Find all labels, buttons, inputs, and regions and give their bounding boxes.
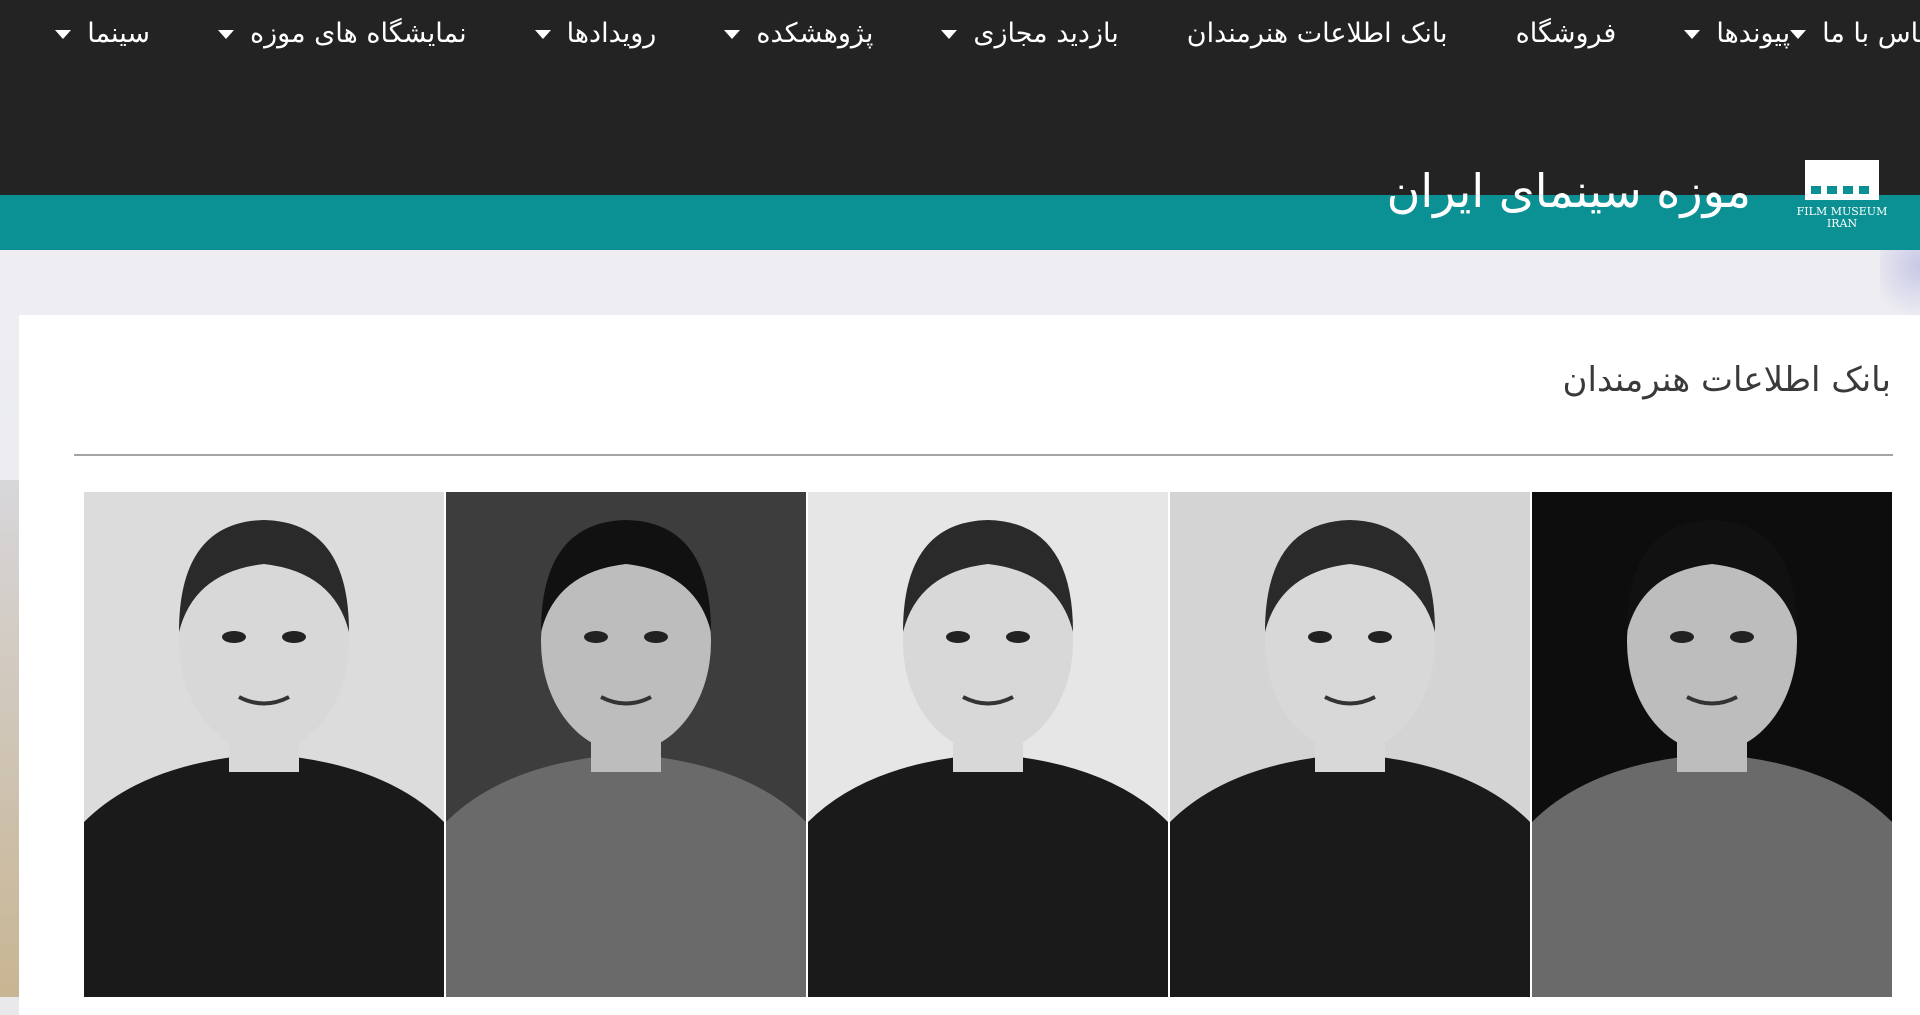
nav-item-label: فروشگاه (1515, 17, 1617, 49)
portrait-photo (808, 492, 1168, 997)
portrait-man-shadow[interactable] (1532, 492, 1892, 997)
page-title: بانک اطلاعات هنرمندان (1562, 360, 1891, 400)
nav-item-4[interactable]: بازدید مجازی (941, 17, 1119, 49)
nav-item-1[interactable]: نمایشگاه های موزه (217, 17, 467, 49)
portrait-photo (1532, 492, 1892, 997)
caret-down-icon (217, 30, 234, 39)
caret-down-icon (724, 30, 741, 39)
main-menu: سینما نمایشگاه های موزه رویدادها پژوهشکده با… (0, 10, 1920, 56)
caret-down-icon (1790, 30, 1807, 39)
nav-item-label: بانک اطلاعات هنرمندان (1186, 17, 1448, 49)
nav-item-8[interactable]: تماس با ما (1790, 18, 1920, 49)
portrait-man-bowtie[interactable] (84, 492, 444, 997)
nav-item-5[interactable]: بانک اطلاعات هنرمندان (1187, 18, 1448, 49)
logo-script-text: موزه سینمای ایران (1386, 164, 1751, 218)
portrait-photo (446, 492, 806, 997)
logo-caption: FILM MUSEUM IRAN (1793, 206, 1891, 230)
site-logo[interactable]: موزه سینمای ایران FILM MUSEUM IRAN (1387, 160, 1891, 242)
portrait-young-man-suit[interactable] (446, 492, 806, 997)
nav-item-0[interactable]: سینما (55, 18, 150, 49)
logo-line-2: IRAN (1826, 217, 1858, 230)
caret-down-icon (1684, 30, 1701, 39)
artist-portrait-gallery (84, 492, 1893, 997)
nav-item-label: رویدادها (566, 17, 657, 49)
portrait-man-sunglasses[interactable] (808, 492, 1168, 997)
nav-item-label: سینما (87, 17, 150, 49)
nav-item-label: نمایشگاه های موزه (249, 17, 467, 49)
nav-item-label: بازدید مجازی (973, 17, 1119, 49)
background-edge-image (0, 480, 20, 997)
nav-item-label: پژوهشکده (756, 17, 874, 49)
portrait-photo (1170, 492, 1530, 997)
title-divider (74, 454, 1893, 456)
nav-item-2[interactable]: رویدادها (534, 17, 657, 49)
caret-down-icon (534, 30, 551, 39)
portrait-smiling-bearded-man[interactable] (1170, 492, 1530, 997)
caret-down-icon (941, 30, 958, 39)
nav-item-7[interactable]: پیوندها (1684, 18, 1790, 49)
nav-item-label: تماس با ما (1822, 17, 1920, 49)
caret-down-icon (55, 30, 72, 39)
portrait-photo (84, 492, 444, 997)
nav-item-6[interactable]: فروشگاه (1516, 18, 1617, 49)
nav-item-label: پیوندها (1716, 17, 1791, 49)
nav-item-3[interactable]: پژوهشکده (724, 18, 873, 49)
